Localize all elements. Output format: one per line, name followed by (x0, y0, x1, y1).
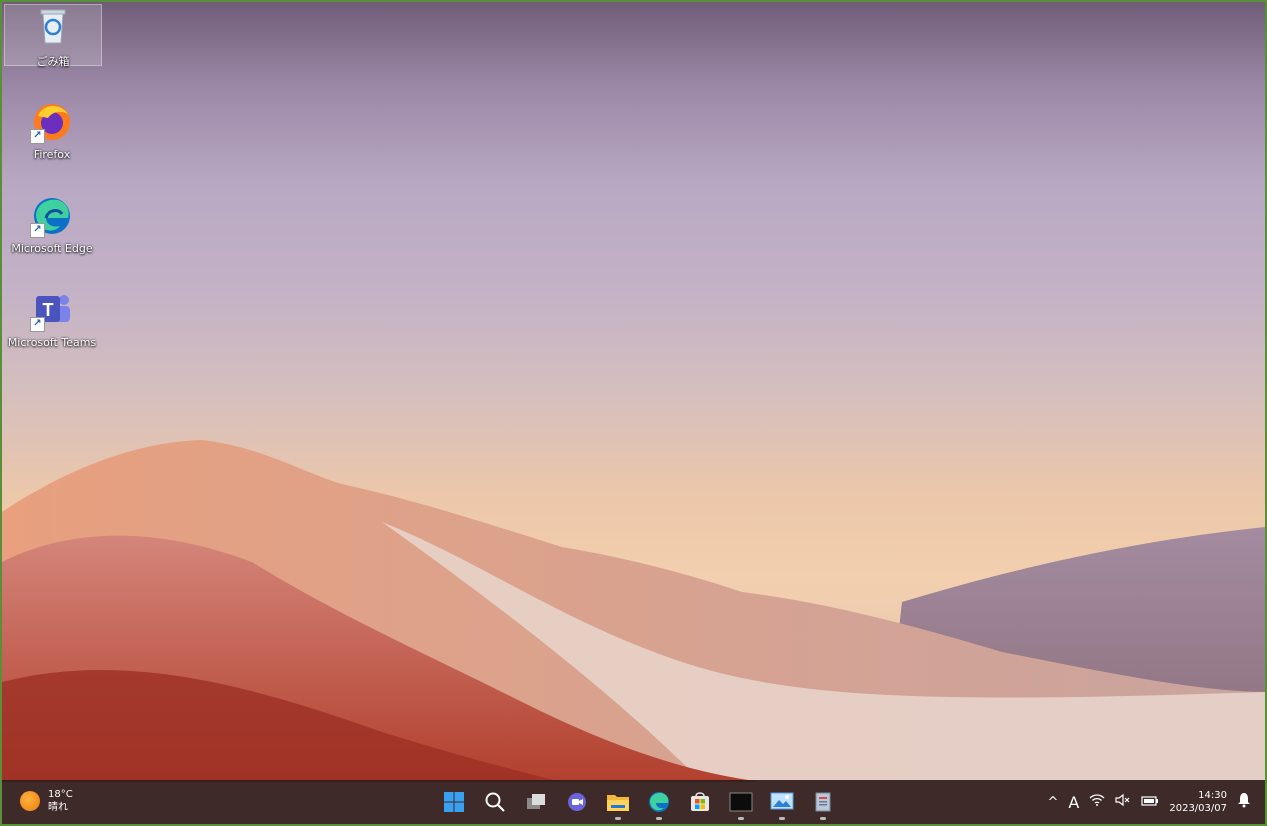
photos-button[interactable] (766, 786, 798, 820)
shortcut-arrow-icon: ↗ (30, 317, 45, 332)
ime-indicator[interactable]: A (1068, 793, 1079, 812)
battery-charging-icon (1141, 796, 1159, 806)
edge-button[interactable] (643, 786, 675, 820)
recycle-bin-icon (31, 5, 75, 49)
notifications-button[interactable] (1237, 792, 1251, 812)
notepad-button[interactable] (807, 786, 839, 820)
volume-muted-icon (1115, 793, 1130, 807)
running-indicator (779, 817, 785, 820)
clock[interactable]: 14:30 2023/03/07 (1169, 789, 1227, 815)
wifi-icon (1089, 794, 1105, 806)
running-indicator (656, 817, 662, 820)
battery-button[interactable] (1141, 793, 1159, 811)
desktop-icon-label: Firefox (33, 148, 71, 161)
system-tray: ^ A 14:30 2023/03/07 (1048, 780, 1252, 824)
desktop-icon-label: Microsoft Teams (7, 336, 97, 349)
desktop-icon-label: ごみ箱 (36, 55, 70, 68)
folder-icon (607, 795, 629, 811)
desktop-icon-microsoft-teams[interactable]: T ↗ Microsoft Teams (4, 288, 100, 349)
file-explorer-button[interactable] (602, 786, 634, 820)
chat-button[interactable] (561, 786, 593, 818)
task-view-icon (527, 794, 545, 809)
search-button[interactable] (479, 786, 511, 818)
volume-button[interactable] (1115, 793, 1131, 811)
edge-icon (649, 792, 669, 812)
task-view-button[interactable] (520, 786, 552, 818)
store-icon (691, 792, 709, 811)
clock-date: 2023/03/07 (1169, 803, 1227, 814)
store-button[interactable] (684, 786, 716, 818)
shortcut-arrow-icon: ↗ (30, 129, 45, 144)
desktop-icon-recycle-bin[interactable]: ごみ箱 (4, 4, 102, 68)
sun-icon (20, 791, 40, 811)
weather-temperature: 18°C (48, 789, 73, 800)
photos-icon (770, 792, 794, 810)
search-icon (485, 792, 505, 812)
show-hidden-icons-button[interactable]: ^ (1048, 795, 1059, 810)
running-indicator (820, 817, 826, 820)
edge-icon: ↗ (30, 194, 74, 238)
chat-icon (568, 793, 586, 811)
clock-time: 14:30 (1198, 790, 1227, 801)
shortcut-arrow-icon: ↗ (30, 223, 45, 238)
running-indicator (615, 817, 621, 820)
taskbar: 18°C 晴れ ^ A 14:30 2023/03/07 (2, 780, 1265, 824)
weather-widget[interactable]: 18°C 晴れ (20, 788, 73, 814)
desktop: ごみ箱 ↗ Firefox ↗ Microsoft Edge T ↗ Micro… (0, 0, 1267, 826)
desktop-icon-label: Microsoft Edge (11, 242, 93, 255)
taskbar-apps (438, 786, 839, 820)
teams-icon: T ↗ (30, 288, 74, 332)
running-indicator (738, 817, 744, 820)
wallpaper-mountains (2, 440, 1265, 782)
desktop-icon-microsoft-edge[interactable]: ↗ Microsoft Edge (4, 194, 100, 255)
start-button[interactable] (438, 786, 470, 818)
terminal-button[interactable] (725, 786, 757, 820)
desktop-icon-firefox[interactable]: ↗ Firefox (4, 100, 100, 161)
weather-condition: 晴れ (48, 802, 68, 813)
notepad-icon (815, 792, 831, 812)
firefox-icon: ↗ (30, 100, 74, 144)
windows-logo-icon (444, 792, 464, 812)
network-button[interactable] (1089, 793, 1105, 811)
terminal-icon (729, 792, 753, 812)
notification-bell-icon (1238, 793, 1250, 808)
